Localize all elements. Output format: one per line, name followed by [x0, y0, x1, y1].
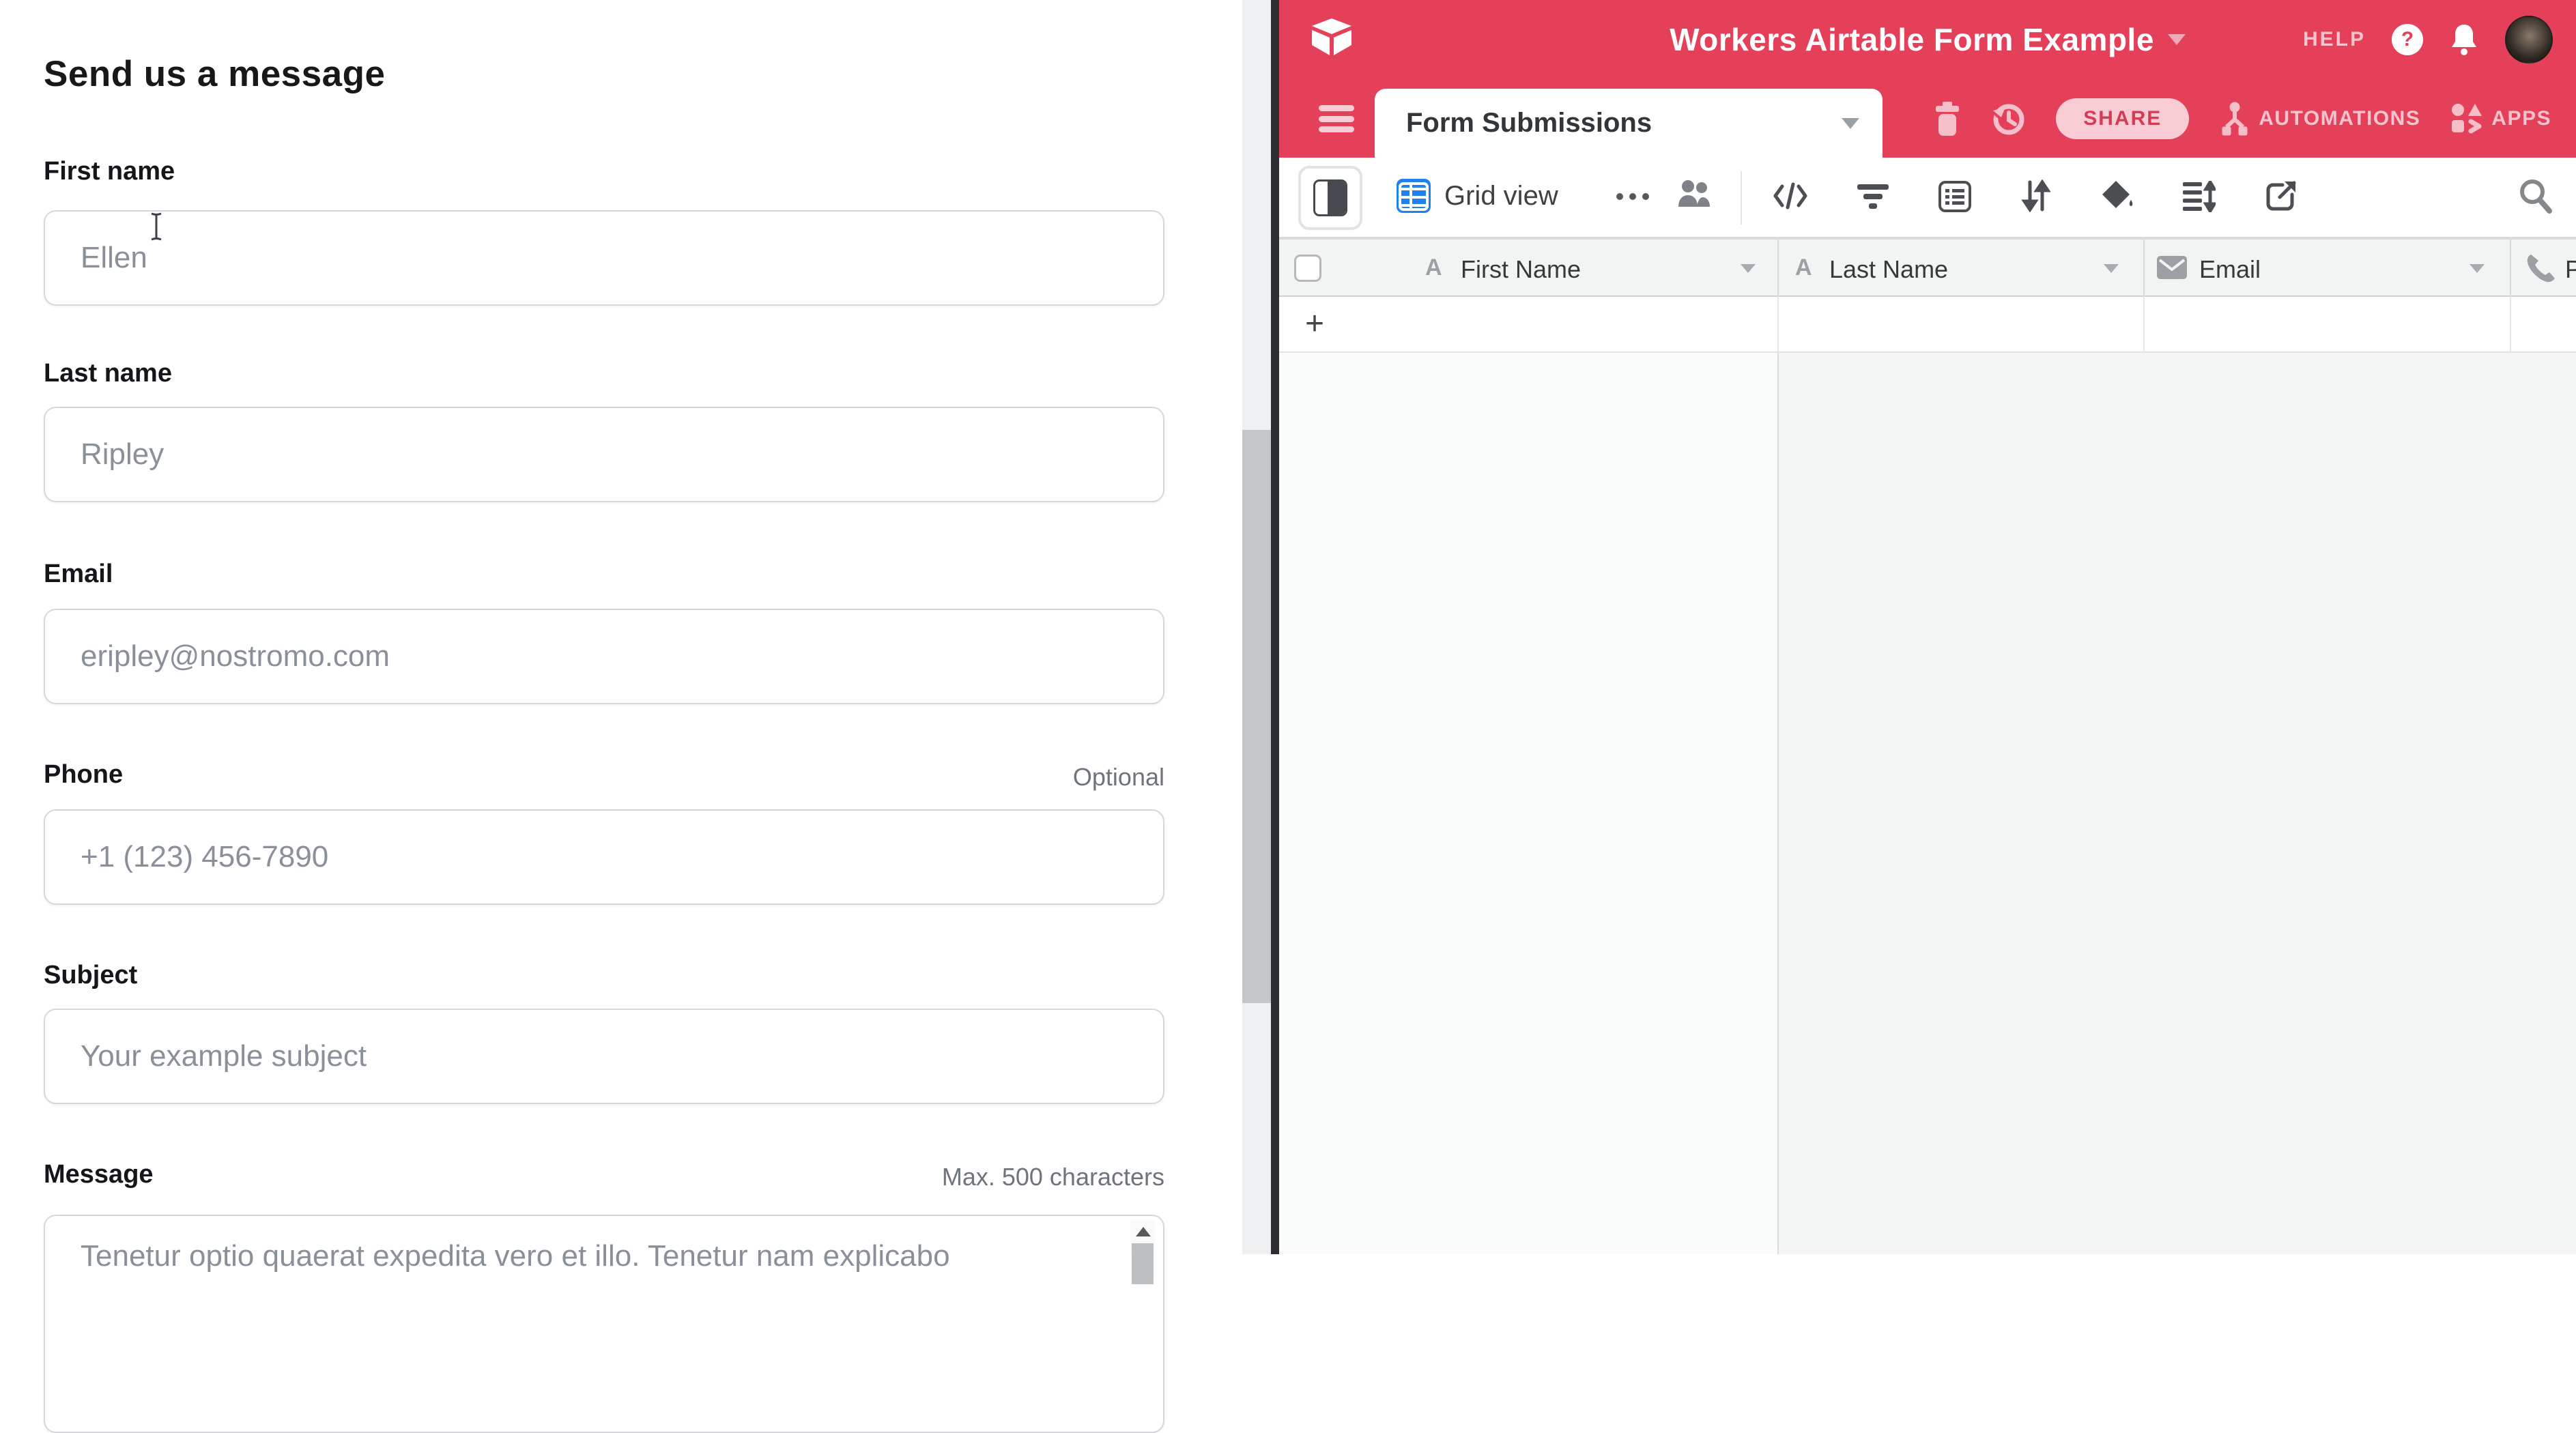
column-caret-icon[interactable]: [1741, 264, 1756, 273]
first-name-input[interactable]: [44, 210, 1164, 306]
last-name-label: Last name: [44, 359, 172, 388]
form-page-scrollbar-thumb[interactable]: [1242, 430, 1271, 1003]
message-max-hint: Max. 500 characters: [44, 1163, 1164, 1191]
column-divider[interactable]: [1777, 238, 1779, 297]
contact-form-pane: Send us a message First name Last name E…: [0, 0, 1242, 1254]
first-name-label: First name: [44, 157, 175, 186]
history-icon[interactable]: [1990, 101, 2026, 136]
row-column-divider: [2510, 297, 2511, 353]
email-field-icon: [2157, 256, 2187, 279]
row-column-divider: [1777, 297, 1779, 353]
share-view-icon[interactable]: [2265, 179, 2298, 212]
view-toolbar: Grid view: [1279, 158, 2576, 238]
email-label: Email: [44, 560, 113, 589]
phone-optional-hint: Optional: [44, 763, 1164, 792]
filter-icon[interactable]: [1857, 182, 1889, 212]
column-header-first-name[interactable]: First Name: [1461, 255, 1581, 284]
airtable-pane: Workers Airtable Form Example HELP ? For…: [1279, 0, 2576, 1254]
last-name-input[interactable]: [44, 407, 1164, 502]
row-column-divider: [2143, 297, 2145, 353]
textarea-scrollbar-thumb[interactable]: [1132, 1243, 1154, 1284]
add-record-row[interactable]: +: [1279, 297, 2576, 353]
phone-field-icon: [2525, 253, 2557, 285]
sidebar-menu-icon[interactable]: [1319, 105, 1354, 132]
grid-canvas-left: [1279, 353, 1779, 1254]
row-height-icon[interactable]: [2183, 181, 2216, 212]
field-type-icon: A: [1795, 255, 1812, 281]
hide-fields-icon[interactable]: [1773, 181, 1807, 211]
grid-canvas-right: [1779, 353, 2576, 1254]
column-divider[interactable]: [2510, 238, 2511, 297]
view-options-icon[interactable]: [1616, 193, 1649, 200]
phone-field[interactable]: [44, 809, 1164, 905]
automations-icon: [2219, 101, 2250, 136]
automations-button[interactable]: AUTOMATIONS: [2219, 101, 2420, 136]
form-title: Send us a message: [44, 53, 385, 95]
view-sidebar-toggle-button[interactable]: [1298, 166, 1362, 230]
airtable-tab-bar: Form Submissions SHARE: [1279, 79, 2576, 158]
base-title[interactable]: Workers Airtable Form Example: [1670, 21, 2154, 58]
email-field[interactable]: [44, 609, 1164, 704]
toolbar-divider: [1741, 171, 1742, 225]
notifications-bell-icon[interactable]: [2449, 23, 2479, 56]
column-caret-icon[interactable]: [2104, 264, 2119, 273]
column-divider[interactable]: [2143, 238, 2145, 297]
grid-header-row: A First Name A Last Name Email Phone: [1279, 238, 2576, 297]
apps-icon: [2450, 102, 2483, 135]
search-icon[interactable]: [2517, 177, 2553, 214]
collaborators-icon[interactable]: [1676, 178, 1712, 211]
help-button[interactable]: HELP: [2303, 28, 2366, 51]
view-name-label[interactable]: Grid view: [1444, 181, 1558, 212]
trash-icon[interactable]: [1934, 102, 1960, 136]
field-type-icon: A: [1425, 255, 1442, 281]
column-header-email[interactable]: Email: [2199, 255, 2261, 284]
share-button[interactable]: SHARE: [2056, 98, 2189, 139]
column-caret-icon[interactable]: [2470, 264, 2485, 273]
table-tab-label: Form Submissions: [1406, 108, 1652, 139]
grid-view-icon[interactable]: [1397, 179, 1431, 213]
apps-label: APPS: [2491, 107, 2551, 130]
column-header-last-name[interactable]: Last Name: [1829, 255, 1948, 284]
grid-column-divider: [1777, 353, 1779, 1254]
color-icon[interactable]: [2101, 179, 2135, 212]
column-header-phone[interactable]: Phone: [2565, 255, 2576, 284]
sort-icon[interactable]: [2020, 179, 2052, 212]
add-record-button[interactable]: +: [1305, 305, 1324, 343]
text-cursor-icon: [149, 212, 164, 242]
message-textarea[interactable]: [44, 1215, 1164, 1433]
subject-input[interactable]: [44, 1009, 1164, 1104]
table-tab-form-submissions[interactable]: Form Submissions: [1375, 89, 1883, 158]
table-tab-caret-icon[interactable]: [1842, 118, 1859, 129]
airtable-topbar: Workers Airtable Form Example HELP ?: [1279, 0, 2576, 79]
user-avatar[interactable]: [2505, 16, 2553, 63]
subject-label: Subject: [44, 961, 137, 990]
select-all-checkbox[interactable]: [1294, 255, 1321, 282]
automations-label: AUTOMATIONS: [2259, 107, 2420, 130]
scroll-up-arrow-icon[interactable]: [1136, 1227, 1151, 1236]
share-button-label: SHARE: [2083, 107, 2162, 130]
group-icon[interactable]: [1938, 181, 1971, 212]
apps-button[interactable]: APPS: [2450, 102, 2551, 135]
sidebar-panel-icon: [1313, 179, 1347, 216]
window-divider: [1271, 0, 1279, 1254]
base-title-caret-icon[interactable]: [2168, 34, 2186, 45]
help-question-icon[interactable]: ?: [2392, 24, 2423, 55]
